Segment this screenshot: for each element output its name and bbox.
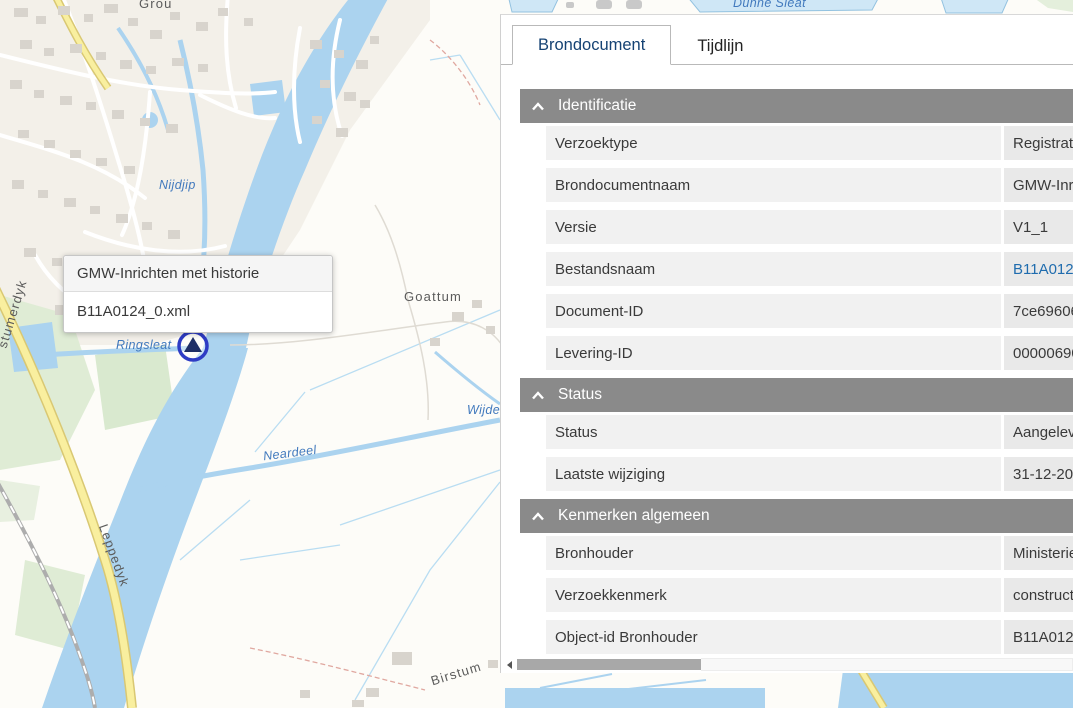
row-value: constructi bbox=[1004, 578, 1073, 612]
scroll-left-arrow-icon[interactable] bbox=[504, 658, 514, 671]
row-value: V1_1 bbox=[1004, 210, 1073, 244]
popup-title: GMW-Inrichten met historie bbox=[64, 256, 332, 292]
section-identificatie: Identificatie Verzoektype Registratie Br… bbox=[520, 89, 1073, 370]
table-row: Bestandsnaam B11A0124 bbox=[546, 252, 1073, 286]
table-row: Document-ID 7ce69606e bbox=[546, 294, 1073, 328]
row-label: Bronhouder bbox=[546, 536, 1001, 570]
row-label: Laatste wijziging bbox=[546, 457, 1001, 491]
section-kenmerken: Kenmerken algemeen Bronhouder Ministerie… bbox=[520, 499, 1073, 654]
table-row: Object-id Bronhouder B11A0124 bbox=[546, 620, 1073, 654]
section-title: Kenmerken algemeen bbox=[558, 507, 710, 525]
horizontal-scrollbar bbox=[504, 658, 1073, 671]
tab-tijdlijn[interactable]: Tijdlijn bbox=[671, 26, 769, 65]
section-title: Status bbox=[558, 386, 602, 404]
section-title: Identificatie bbox=[558, 97, 636, 115]
table-row: Laatste wijziging 31-12-202 bbox=[546, 457, 1073, 491]
table-row: Brondocumentnaam GMW-Inric bbox=[546, 168, 1073, 202]
row-label: Object-id Bronhouder bbox=[546, 620, 1001, 654]
row-label: Verzoekkenmerk bbox=[546, 578, 1001, 612]
section-status: Status Status Aangeleve Laatste wijzigin… bbox=[520, 378, 1073, 491]
chevron-up-icon bbox=[531, 512, 545, 521]
row-value: Ministerie bbox=[1004, 536, 1073, 570]
popup-filename: B11A0124_0.xml bbox=[64, 292, 332, 332]
row-value: 31-12-202 bbox=[1004, 457, 1073, 491]
detail-panel: Brondocument Tijdlijn Identificatie Verz… bbox=[500, 14, 1073, 673]
table-row: Status Aangeleve bbox=[546, 415, 1073, 449]
scrollbar-track[interactable] bbox=[701, 658, 1073, 671]
row-value: B11A0124 bbox=[1004, 620, 1073, 654]
row-label: Versie bbox=[546, 210, 1001, 244]
row-label: Verzoektype bbox=[546, 126, 1001, 160]
section-header-status[interactable]: Status bbox=[520, 378, 1073, 412]
map-popup: GMW-Inrichten met historie B11A0124_0.xm… bbox=[63, 255, 333, 333]
tab-brondocument[interactable]: Brondocument bbox=[512, 25, 671, 65]
row-label: Levering-ID bbox=[546, 336, 1001, 370]
chevron-up-icon bbox=[531, 102, 545, 111]
table-row: Levering-ID 00000690 bbox=[546, 336, 1073, 370]
row-value: Aangeleve bbox=[1004, 415, 1073, 449]
scrollbar-thumb[interactable] bbox=[517, 659, 701, 670]
row-label: Bestandsnaam bbox=[546, 252, 1001, 286]
table-row: Versie V1_1 bbox=[546, 210, 1073, 244]
row-value: 00000690 bbox=[1004, 336, 1073, 370]
section-header-kenmerken[interactable]: Kenmerken algemeen bbox=[520, 499, 1073, 533]
gmw-marker-icon[interactable] bbox=[179, 332, 207, 360]
app-window: Grou Dunne Sleat Nijdjip Goattum Ringsle… bbox=[0, 0, 1073, 708]
row-label: Status bbox=[546, 415, 1001, 449]
tab-bar: Brondocument Tijdlijn bbox=[501, 15, 1073, 65]
row-label: Brondocumentnaam bbox=[546, 168, 1001, 202]
panel-content: Identificatie Verzoektype Registratie Br… bbox=[501, 65, 1073, 654]
row-value: Registratie bbox=[1004, 126, 1073, 160]
table-row: Verzoektype Registratie bbox=[546, 126, 1073, 160]
section-header-identificatie[interactable]: Identificatie bbox=[520, 89, 1073, 123]
row-label: Document-ID bbox=[546, 294, 1001, 328]
row-value: 7ce69606e bbox=[1004, 294, 1073, 328]
filename-link[interactable]: B11A0124 bbox=[1004, 252, 1073, 286]
table-row: Verzoekkenmerk constructi bbox=[546, 578, 1073, 612]
row-value: GMW-Inric bbox=[1004, 168, 1073, 202]
chevron-up-icon bbox=[531, 391, 545, 400]
table-row: Bronhouder Ministerie bbox=[546, 536, 1073, 570]
